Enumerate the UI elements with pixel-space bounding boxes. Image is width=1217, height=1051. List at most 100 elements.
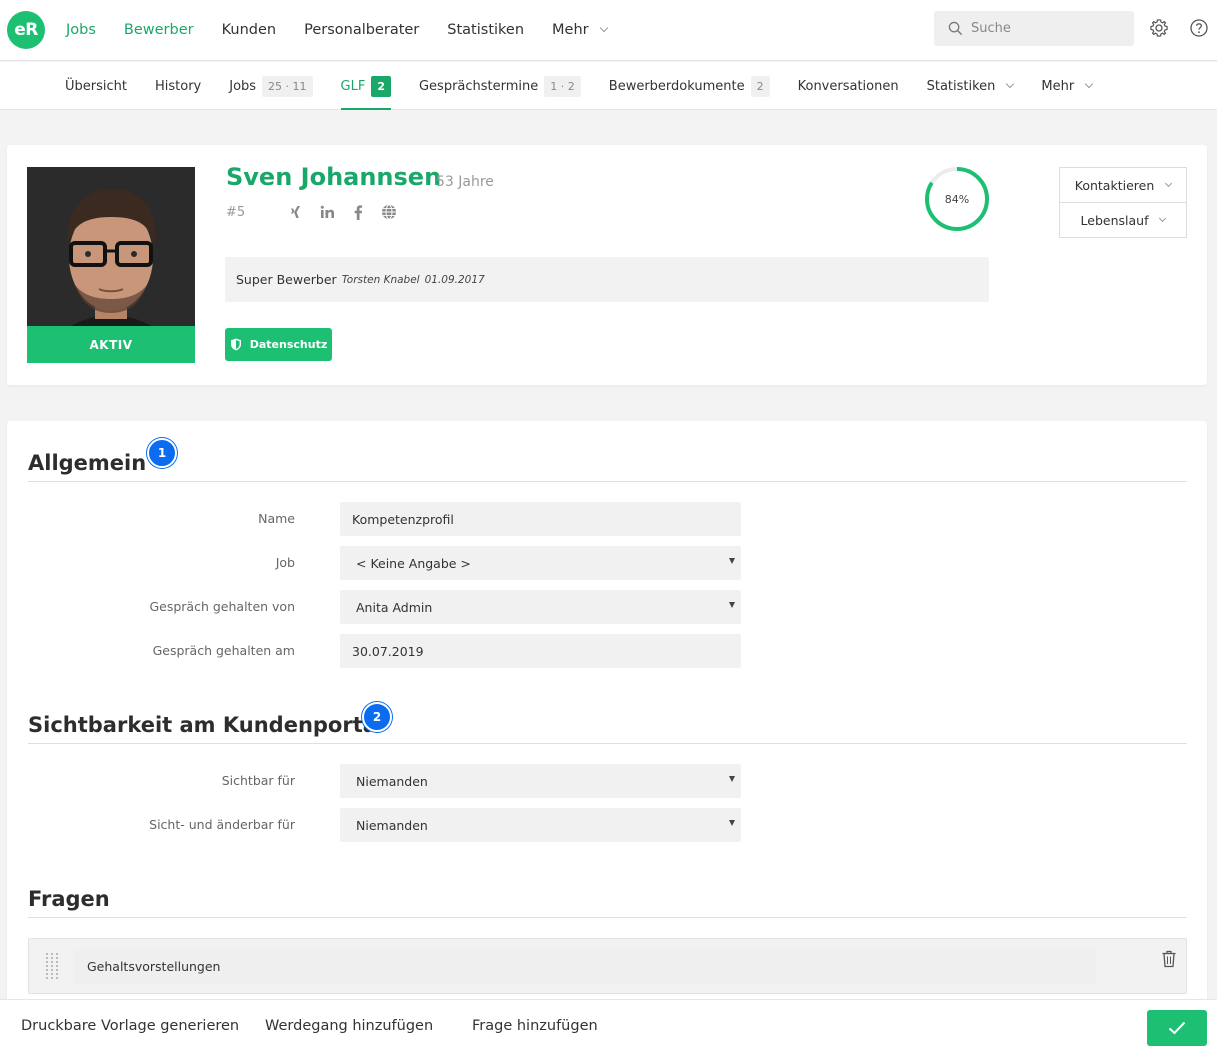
note-date: 01.09.2017 — [424, 273, 485, 286]
nav-item-statistiken[interactable]: Statistiken — [447, 22, 524, 38]
add-question-button[interactable]: Frage hinzufügen — [472, 1000, 598, 1051]
search-box[interactable] — [934, 11, 1134, 46]
interviewer-select[interactable]: Anita Admin — [340, 590, 741, 624]
section-title-general: Allgemein — [28, 451, 147, 475]
social-links — [287, 203, 411, 221]
nav-item-bewerber[interactable]: Bewerber — [124, 22, 194, 38]
chevron-down-icon — [1084, 79, 1094, 89]
globe-icon[interactable] — [380, 203, 398, 221]
step-badge: 2 — [362, 702, 392, 732]
interview-date-field[interactable]: 30.07.2019 — [340, 634, 741, 668]
drag-handle-icon[interactable] — [44, 952, 60, 982]
shield-icon — [230, 338, 241, 351]
section-divider — [28, 917, 1187, 918]
search-icon — [948, 21, 963, 36]
tab-konversationen[interactable]: Konversationen — [798, 62, 899, 110]
top-navigation: eR Jobs Bewerber Kunden Personalberater … — [0, 0, 1217, 61]
tab-count-badge: 2 — [371, 75, 391, 97]
visible-for-select[interactable]: Niemanden — [340, 764, 741, 798]
candidate-age: 53 Jahre — [436, 174, 494, 190]
tab-label: History — [154, 78, 202, 94]
candidate-name: Sven Johannsen — [226, 163, 442, 191]
save-button[interactable] — [1147, 1010, 1207, 1046]
editable-for-select[interactable]: Niemanden — [340, 808, 741, 842]
tab-mehr[interactable]: Mehr — [1041, 62, 1094, 110]
profile-completeness-value: 84% — [944, 192, 970, 206]
tab-statistiken[interactable]: Statistiken — [926, 62, 1015, 110]
help-icon[interactable] — [1189, 18, 1209, 38]
tab-history[interactable]: History — [155, 62, 201, 110]
job-select[interactable]: < Keine Angabe > — [340, 546, 741, 580]
candidate-id: #5 — [226, 205, 246, 220]
candidate-profile-card: AKTIV Sven Johannsen 53 Jahre #5 Super B… — [7, 145, 1207, 385]
tab-label: Konversationen — [797, 78, 899, 94]
contact-button[interactable]: Kontaktieren — [1059, 167, 1187, 203]
bottom-action-bar: Druckbare Vorlage generieren Werdegang h… — [0, 999, 1217, 1051]
tab-label: GLF — [340, 78, 366, 94]
note-author: Torsten Knabel — [341, 273, 420, 286]
tab-label: Übersicht — [65, 78, 127, 94]
section-title-questions: Fragen — [28, 887, 110, 911]
chevron-down-icon — [1006, 79, 1015, 89]
step-badge: 1 — [147, 438, 177, 468]
trash-icon[interactable] — [1161, 950, 1177, 968]
tab-jobs[interactable]: Jobs 25 · 11 — [229, 62, 313, 110]
tab-label: Mehr — [1041, 78, 1075, 94]
checkmark-icon — [1168, 1021, 1186, 1035]
dropdown-arrow-icon — [729, 820, 735, 826]
tab-bewerberdokumente[interactable]: Bewerberdokumente 2 — [609, 62, 770, 110]
search-input[interactable] — [971, 21, 1131, 36]
tab-gespraechstermine[interactable]: Gesprächstermine 1 · 2 — [419, 62, 581, 110]
generate-template-button[interactable]: Druckbare Vorlage generieren — [21, 1000, 239, 1051]
candidate-note: Super Bewerber Torsten Knabel 01.09.2017 — [225, 257, 989, 302]
tab-label: Jobs — [229, 78, 257, 94]
candidate-subnav: Übersicht History Jobs 25 · 11 GLF 2 Gespr… — [0, 62, 1217, 110]
job-select-value: < Keine Angabe > — [356, 555, 471, 571]
field-label-interview-date: Gespräch gehalten am — [152, 643, 295, 658]
field-label-interviewer: Gespräch gehalten von — [149, 599, 295, 614]
xing-icon[interactable] — [287, 203, 305, 221]
note-text: Super Bewerber — [236, 272, 337, 287]
question-text-field[interactable]: Gehaltsvorstellungen — [74, 949, 1096, 984]
app-logo[interactable]: eR — [7, 11, 45, 49]
dropdown-arrow-icon — [729, 602, 735, 608]
dropdown-arrow-icon — [729, 776, 735, 782]
gear-icon[interactable] — [1149, 18, 1169, 38]
nav-item-jobs[interactable]: Jobs — [66, 22, 96, 38]
field-label-visible-for: Sichtbar für — [221, 773, 295, 788]
field-label-job: Job — [275, 555, 295, 570]
section-divider — [28, 743, 1187, 744]
tab-uebersicht[interactable]: Übersicht — [65, 62, 127, 110]
status-badge: AKTIV — [27, 326, 195, 363]
nav-item-kunden[interactable]: Kunden — [222, 22, 276, 38]
name-field[interactable]: Kompetenzprofil — [340, 502, 741, 536]
nav-item-personalberater[interactable]: Personalberater — [304, 22, 419, 38]
tab-count-badge: 25 · 11 — [262, 75, 313, 97]
privacy-button[interactable]: Datenschutz — [225, 328, 332, 361]
field-label-editable-for: Sicht- und änderbar für — [149, 817, 295, 832]
chevron-down-icon — [1165, 179, 1173, 187]
cv-button[interactable]: Lebenslauf — [1059, 202, 1187, 238]
section-title-visibility: Sichtbarkeit am Kundenportal — [28, 713, 385, 737]
main-nav: Jobs Bewerber Kunden Personalberater Sta… — [66, 0, 635, 60]
cv-button-label: Lebenslauf — [1080, 212, 1149, 228]
question-row: Gehaltsvorstellungen — [28, 938, 1187, 994]
tab-label: Bewerberdokumente — [608, 78, 745, 94]
chevron-down-icon — [1159, 214, 1167, 222]
privacy-button-label: Datenschutz — [249, 338, 328, 351]
section-divider — [28, 481, 1187, 482]
interviewer-select-value: Anita Admin — [356, 599, 433, 615]
facebook-icon[interactable] — [349, 203, 367, 221]
contact-button-label: Kontaktieren — [1074, 177, 1155, 193]
visible-for-select-value: Niemanden — [356, 773, 428, 789]
add-career-button[interactable]: Werdegang hinzufügen — [265, 1000, 433, 1051]
editable-for-select-value: Niemanden — [356, 817, 428, 833]
tab-label: Statistiken — [926, 78, 996, 94]
nav-item-mehr[interactable]: Mehr — [552, 22, 608, 38]
tab-glf[interactable]: GLF 2 — [340, 62, 392, 110]
tab-count-badge: 1 · 2 — [544, 75, 581, 97]
dropdown-arrow-icon — [729, 558, 735, 564]
linkedin-icon[interactable] — [318, 203, 336, 221]
nav-item-mehr-label: Mehr — [552, 22, 589, 38]
tab-label: Gesprächstermine — [418, 78, 539, 94]
